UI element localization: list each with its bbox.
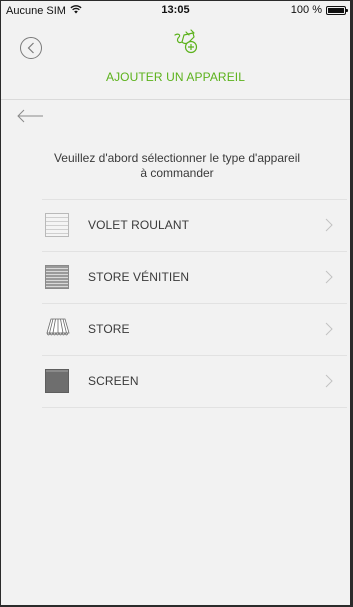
item-label: VOLET ROULANT: [88, 218, 190, 232]
list-item-store-venitien[interactable]: STORE VÉNITIEN: [42, 252, 347, 304]
venetian-blind-icon: [45, 265, 69, 289]
item-label: STORE: [88, 322, 130, 336]
app-header: AJOUTER UN APPAREIL: [1, 21, 350, 100]
chevron-right-icon: [325, 218, 333, 232]
item-label: STORE VÉNITIEN: [88, 270, 190, 284]
battery-icon: [326, 5, 348, 15]
device-type-list: VOLET ROULANT STORE VÉNITIEN STORE SCREE…: [42, 199, 347, 408]
chevron-right-icon: [325, 374, 333, 388]
chevron-right-icon: [325, 270, 333, 284]
chevron-left-circle-icon[interactable]: [20, 37, 42, 59]
item-label: SCREEN: [88, 374, 139, 388]
battery-percent: 100 %: [290, 4, 322, 16]
list-item-screen[interactable]: SCREEN: [42, 356, 347, 408]
roller-shutter-icon: [45, 213, 69, 237]
awning-icon: [45, 317, 70, 341]
battery-fill: [328, 7, 344, 13]
status-right: 100 %: [290, 4, 348, 16]
app-screen: Aucune SIM 13:05 100 % AJOUTER UN APPARE…: [0, 0, 353, 607]
status-bar: Aucune SIM 13:05 100 %: [1, 1, 350, 21]
screen-blind-icon: [45, 369, 69, 393]
instruction-text: Veuillez d'abord sélectionner le type d'…: [53, 151, 301, 180]
header-divider: [1, 99, 350, 100]
list-item-store[interactable]: STORE: [42, 304, 347, 356]
page-title: AJOUTER UN APPAREIL: [105, 70, 246, 84]
list-item-volet-roulant[interactable]: VOLET ROULANT: [42, 200, 347, 252]
chevron-right-icon: [325, 322, 333, 336]
plug-add-icon: [172, 29, 200, 55]
arrow-left-icon[interactable]: [16, 109, 44, 123]
